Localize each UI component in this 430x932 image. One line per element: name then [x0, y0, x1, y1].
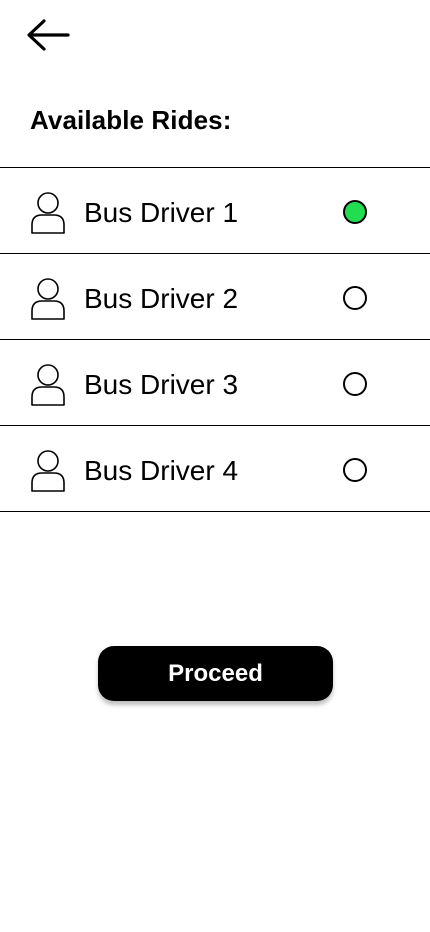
- driver-name: Bus Driver 1: [84, 197, 239, 228]
- ride-item[interactable]: Bus Driver 2: [0, 254, 430, 340]
- ride-item[interactable]: Bus Driver 3: [0, 340, 430, 426]
- radio-button[interactable]: [343, 372, 367, 396]
- proceed-button[interactable]: Proceed: [98, 646, 333, 701]
- radio-button[interactable]: [343, 458, 367, 482]
- page-title: Available Rides:: [30, 105, 232, 135]
- person-icon: [30, 449, 66, 493]
- radio-button[interactable]: [343, 200, 367, 224]
- person-icon: [30, 363, 66, 407]
- ride-item[interactable]: Bus Driver 1: [0, 168, 430, 254]
- person-icon: [30, 191, 66, 235]
- radio-button[interactable]: [343, 286, 367, 310]
- ride-list: Bus Driver 1 Bus Driver 2 Bus Driver 3 B…: [0, 167, 430, 512]
- back-button[interactable]: [24, 16, 72, 56]
- ride-item[interactable]: Bus Driver 4: [0, 426, 430, 512]
- driver-name: Bus Driver 4: [84, 455, 239, 486]
- driver-name: Bus Driver 2: [84, 283, 239, 314]
- driver-name: Bus Driver 3: [84, 369, 239, 400]
- person-icon: [30, 277, 66, 321]
- arrow-left-icon: [24, 16, 72, 56]
